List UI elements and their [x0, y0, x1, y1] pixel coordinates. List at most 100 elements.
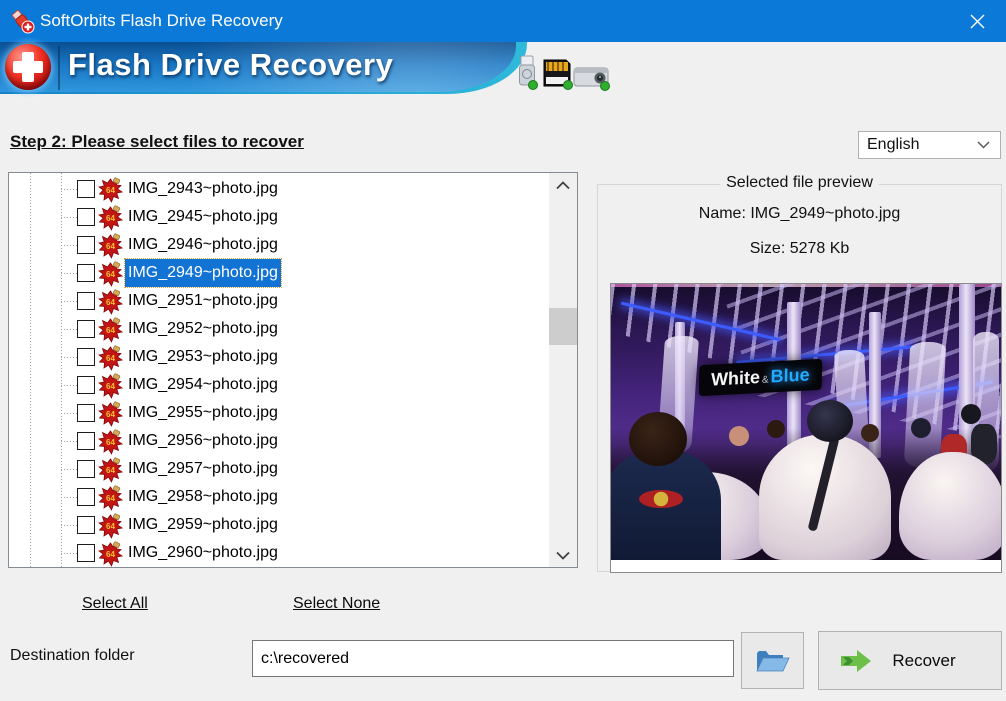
file-checkbox[interactable]	[77, 320, 95, 338]
svg-text:64: 64	[106, 522, 115, 531]
photo-preview-frame: White&Blue	[610, 283, 1002, 573]
file-label[interactable]: IMG_2960~photo.jpg	[125, 539, 281, 567]
jpeg-file-icon: 64	[98, 205, 123, 231]
file-checkbox[interactable]	[77, 460, 95, 478]
svg-text:64: 64	[106, 270, 115, 279]
file-label[interactable]: IMG_2953~photo.jpg	[125, 343, 281, 371]
tree-connector	[61, 469, 77, 470]
language-selected-value: English	[867, 132, 919, 158]
file-list-item[interactable]: 64 IMG_2949~photo.jpg	[9, 259, 577, 287]
file-list-item[interactable]: 64 IMG_2954~photo.jpg	[9, 371, 577, 399]
banner-title: Flash Drive Recovery	[68, 47, 393, 83]
close-button[interactable]	[948, 0, 1006, 42]
file-label[interactable]: IMG_2958~photo.jpg	[125, 483, 281, 511]
jpeg-file-icon: 64	[98, 233, 123, 259]
jpeg-file-icon: 64	[98, 289, 123, 315]
preview-file-name: Name: IMG_2949~photo.jpg	[598, 205, 1001, 223]
file-list-item[interactable]: 64	[9, 567, 577, 568]
file-list-item[interactable]: 64 IMG_2957~photo.jpg	[9, 455, 577, 483]
red-cross-logo-icon	[5, 44, 51, 90]
svg-text:64: 64	[106, 410, 115, 419]
destination-folder-input[interactable]	[252, 640, 734, 677]
tree-connector	[61, 245, 77, 246]
title-bar: SoftOrbits Flash Drive Recovery	[0, 0, 1006, 42]
tree-connector	[61, 217, 77, 218]
select-all-link[interactable]: Select All	[82, 595, 148, 613]
svg-text:64: 64	[106, 382, 115, 391]
jpeg-file-icon: 64	[98, 317, 123, 343]
jpeg-file-icon: 64	[98, 401, 123, 427]
open-folder-icon	[755, 647, 791, 675]
file-label[interactable]: IMG_2943~photo.jpg	[125, 175, 281, 203]
browse-folder-button[interactable]	[741, 632, 804, 689]
selected-file-preview-group: Selected file preview Name: IMG_2949~pho…	[597, 184, 1002, 572]
jpeg-file-icon: 64	[98, 177, 123, 203]
sd-card-icon	[544, 60, 573, 90]
file-checkbox[interactable]	[77, 544, 95, 562]
scrollbar-thumb[interactable]	[549, 308, 577, 345]
recover-button-label: Recover	[892, 651, 955, 671]
file-label[interactable]: IMG_2955~photo.jpg	[125, 399, 281, 427]
camera-icon	[574, 68, 610, 91]
preview-file-size: Size: 5278 Kb	[598, 240, 1001, 258]
file-checkbox[interactable]	[77, 516, 95, 534]
tree-connector	[61, 329, 77, 330]
jpeg-file-icon: 64	[98, 513, 123, 539]
tree-connector	[61, 301, 77, 302]
jpeg-file-icon: 64	[98, 485, 123, 511]
file-checkbox[interactable]	[77, 180, 95, 198]
file-label[interactable]: IMG_2946~photo.jpg	[125, 231, 281, 259]
file-checkbox[interactable]	[77, 264, 95, 282]
file-checkbox[interactable]	[77, 348, 95, 366]
destination-folder-label: Destination folder	[10, 647, 135, 665]
svg-text:64: 64	[106, 466, 115, 475]
jpeg-file-icon: 64	[98, 373, 123, 399]
file-checkbox[interactable]	[77, 432, 95, 450]
file-label[interactable]: IMG_2945~photo.jpg	[125, 203, 281, 231]
file-checkbox[interactable]	[77, 404, 95, 422]
close-icon	[969, 13, 986, 30]
chevron-down-icon	[977, 141, 990, 149]
file-label[interactable]: IMG_2954~photo.jpg	[125, 371, 281, 399]
select-none-link[interactable]: Select None	[293, 595, 380, 613]
file-list-item[interactable]: 64 IMG_2959~photo.jpg	[9, 511, 577, 539]
recover-button[interactable]: Recover	[818, 631, 1002, 690]
scroll-down-button[interactable]	[549, 543, 577, 567]
svg-text:64: 64	[106, 242, 115, 251]
file-list-item[interactable]: 64 IMG_2951~photo.jpg	[9, 287, 577, 315]
tree-connector	[61, 189, 77, 190]
file-list-item[interactable]: 64 IMG_2958~photo.jpg	[9, 483, 577, 511]
file-label[interactable]: IMG_2959~photo.jpg	[125, 511, 281, 539]
vertical-scrollbar[interactable]	[549, 173, 577, 567]
file-checkbox[interactable]	[77, 208, 95, 226]
file-label[interactable]: IMG_2949~photo.jpg	[125, 259, 281, 287]
file-checkbox[interactable]	[77, 376, 95, 394]
window-title: SoftOrbits Flash Drive Recovery	[40, 0, 283, 42]
file-list-item[interactable]: 64 IMG_2955~photo.jpg	[9, 399, 577, 427]
file-label[interactable]: IMG_2956~photo.jpg	[125, 427, 281, 455]
svg-text:64: 64	[106, 494, 115, 503]
svg-text:64: 64	[106, 438, 115, 447]
tree-connector	[61, 525, 77, 526]
scroll-up-button[interactable]	[549, 173, 577, 197]
svg-text:64: 64	[106, 354, 115, 363]
file-list-item[interactable]: 64 IMG_2952~photo.jpg	[9, 315, 577, 343]
file-label[interactable]: IMG_2957~photo.jpg	[125, 455, 281, 483]
file-checkbox[interactable]	[77, 488, 95, 506]
jpeg-file-icon: 64	[98, 457, 123, 483]
file-list-item[interactable]: 64 IMG_2943~photo.jpg	[9, 175, 577, 203]
file-label[interactable]: IMG_2952~photo.jpg	[125, 315, 281, 343]
file-list-item[interactable]: 64 IMG_2946~photo.jpg	[9, 231, 577, 259]
file-list-item[interactable]: 64 IMG_2953~photo.jpg	[9, 343, 577, 371]
language-dropdown[interactable]: English	[858, 131, 1001, 159]
file-list-item[interactable]: 64 IMG_2945~photo.jpg	[9, 203, 577, 231]
file-checkbox[interactable]	[77, 236, 95, 254]
svg-text:64: 64	[106, 298, 115, 307]
usb-stick-icon	[516, 52, 611, 92]
file-tree-list[interactable]: 64 IMG_2943~photo.jpg 64 IMG_2945~photo.…	[8, 172, 578, 568]
file-list-item[interactable]: 64 IMG_2960~photo.jpg	[9, 539, 577, 567]
file-checkbox[interactable]	[77, 292, 95, 310]
file-list-item[interactable]: 64 IMG_2956~photo.jpg	[9, 427, 577, 455]
tree-connector	[61, 441, 77, 442]
file-label[interactable]: IMG_2951~photo.jpg	[125, 287, 281, 315]
